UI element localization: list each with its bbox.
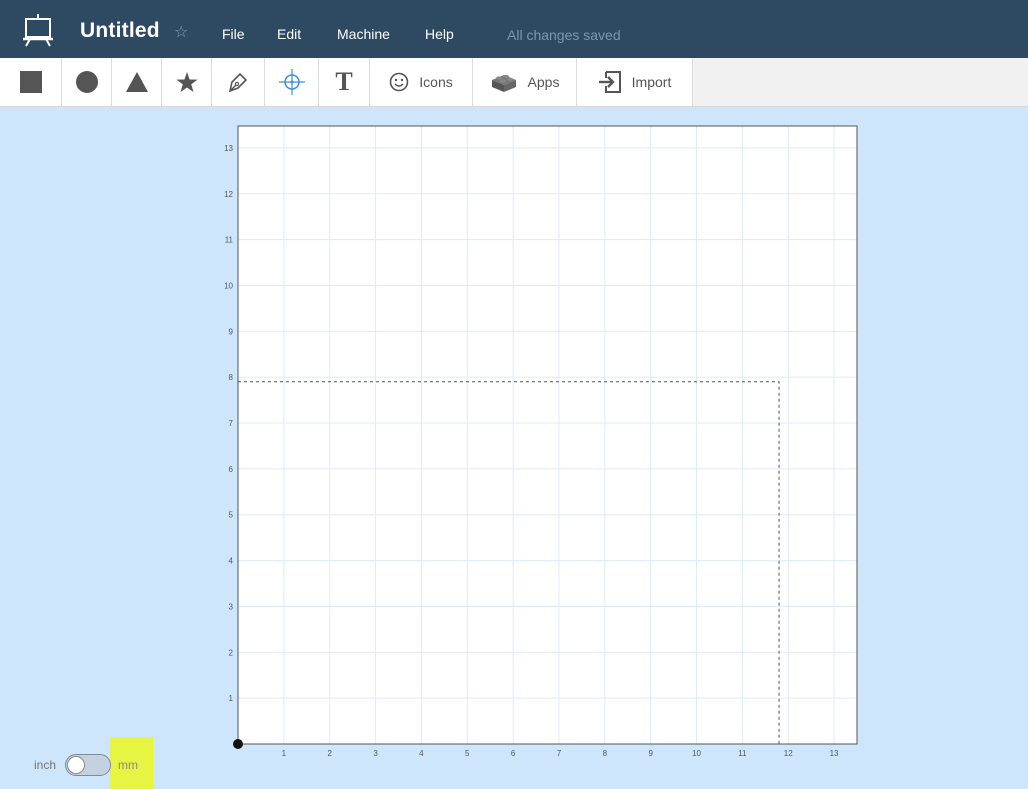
y-tick-label: 11: [225, 236, 234, 245]
unit-switch[interactable]: [65, 754, 111, 776]
app-root: Untitled ☆ File Edit Machine Help All ch…: [0, 0, 1028, 789]
import-label: Import: [631, 74, 672, 90]
workspace: 1 2 3 4 5 6 7 8 9 10 11 12 13 1 2 3 4 5 6 7 8 9 10 11 12 13: [0, 107, 1028, 789]
y-tick-label: 5: [229, 511, 234, 520]
save-status: All changes saved: [507, 27, 621, 43]
pen-icon: [228, 72, 248, 93]
apps-label: Apps: [527, 74, 560, 90]
x-tick-label: 3: [373, 749, 378, 758]
x-tick-label: 11: [738, 749, 747, 758]
point-tool[interactable]: [265, 58, 319, 106]
y-tick-label: 2: [229, 648, 234, 657]
easel-icon[interactable]: [22, 13, 54, 47]
document-title[interactable]: Untitled: [80, 19, 160, 43]
shape-toolbar: T Icons Apps Import: [0, 58, 1028, 107]
y-tick-label: 10: [224, 281, 233, 290]
y-tick-label: 4: [229, 557, 234, 566]
origin-point: [233, 739, 243, 749]
y-tick-label: 13: [224, 144, 233, 153]
text-tool[interactable]: T: [319, 58, 370, 106]
x-tick-label: 13: [830, 749, 839, 758]
menu-machine[interactable]: Machine: [337, 26, 390, 42]
x-tick-label: 9: [648, 749, 653, 758]
x-tick-label: 2: [327, 749, 332, 758]
smiley-icon: [389, 72, 409, 92]
x-tick-label: 10: [692, 749, 701, 758]
x-tick-label: 12: [784, 749, 793, 758]
circle-tool[interactable]: [62, 58, 112, 106]
x-tick-label: 6: [511, 749, 516, 758]
y-tick-label: 12: [224, 190, 233, 199]
star-tool[interactable]: [162, 58, 212, 106]
circle-icon: [75, 71, 98, 93]
icons-button[interactable]: Icons: [370, 58, 473, 106]
triangle-icon: [125, 72, 148, 92]
top-bar: Untitled ☆ File Edit Machine Help All ch…: [0, 0, 1028, 58]
y-tick-label: 7: [229, 419, 234, 428]
x-tick-label: 4: [419, 749, 424, 758]
y-tick-label: 1: [229, 694, 234, 703]
apps-button[interactable]: Apps: [473, 58, 577, 106]
x-tick-label: 1: [282, 749, 287, 758]
lego-brick-icon: [491, 74, 516, 92]
y-tick-label: 3: [229, 602, 234, 611]
canvas-area: [238, 126, 857, 744]
square-tool[interactable]: [0, 58, 62, 106]
y-tick-label: 6: [229, 465, 234, 474]
square-icon: [19, 71, 42, 93]
icons-label: Icons: [419, 74, 453, 90]
unit-inch-label[interactable]: inch: [34, 758, 56, 772]
text-T-icon: T: [335, 67, 353, 96]
import-button[interactable]: Import: [577, 58, 693, 106]
pen-tool[interactable]: [212, 58, 265, 106]
y-tick-label: 8: [229, 373, 234, 382]
crosshair-icon: [278, 69, 305, 95]
import-icon: [598, 71, 621, 93]
menu-file[interactable]: File: [222, 26, 245, 42]
y-tick-label: 9: [229, 327, 234, 336]
star-outline-icon[interactable]: ☆: [174, 22, 188, 42]
x-tick-label: 5: [465, 749, 470, 758]
design-canvas[interactable]: 1 2 3 4 5 6 7 8 9 10 11 12 1312345678910111213: [0, 107, 1028, 789]
unit-switch-knob[interactable]: [67, 756, 85, 774]
menu-help[interactable]: Help: [425, 26, 454, 42]
menu-edit[interactable]: Edit: [277, 26, 301, 42]
unit-mm-label[interactable]: mm: [118, 758, 138, 772]
x-tick-label: 8: [603, 749, 608, 758]
triangle-tool[interactable]: [112, 58, 162, 106]
x-tick-label: 7: [557, 749, 562, 758]
star-icon: [176, 71, 197, 92]
